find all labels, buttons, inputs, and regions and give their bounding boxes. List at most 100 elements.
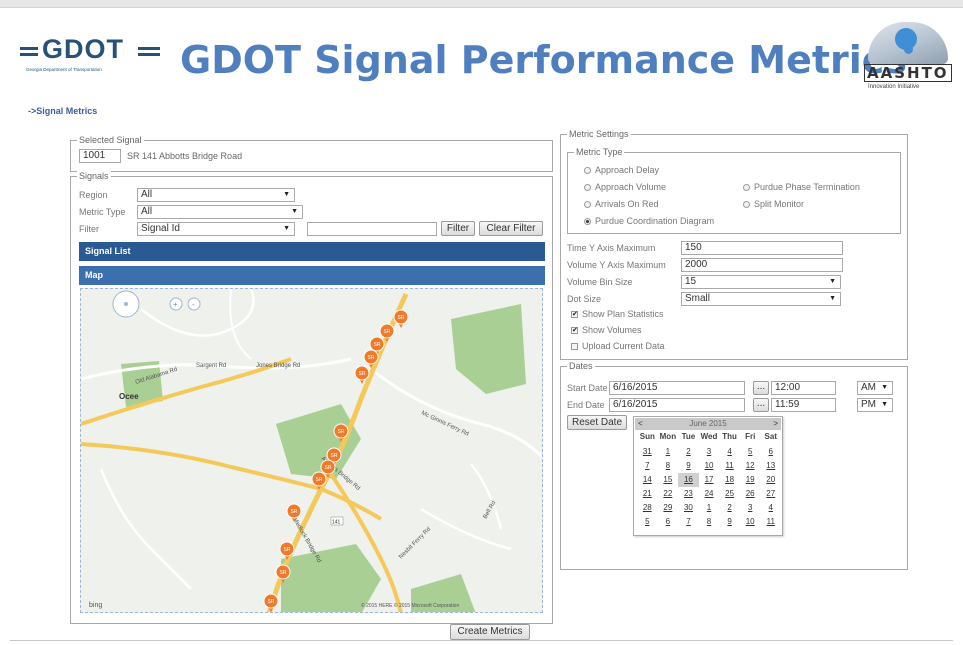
create-metrics-button[interactable]: Create Metrics xyxy=(450,624,530,640)
calendar-day[interactable]: 11 xyxy=(719,459,740,473)
end-date-input[interactable]: 6/16/2015 xyxy=(609,398,745,412)
calendar-day[interactable]: 4 xyxy=(760,501,781,515)
calendar-day[interactable]: 28 xyxy=(637,501,658,515)
time-y-label: Time Y Axis Maximum xyxy=(567,243,656,253)
label-approach-delay: Approach Delay xyxy=(595,165,660,175)
radio-purdue-phase-termination[interactable] xyxy=(743,184,750,191)
selected-signal-legend: Selected Signal xyxy=(77,134,144,146)
calendar-day[interactable]: 20 xyxy=(760,473,781,487)
calendar-day[interactable]: 9 xyxy=(719,515,740,529)
calendar-prev-icon[interactable]: < xyxy=(638,418,643,430)
calendar-day[interactable]: 10 xyxy=(699,459,720,473)
time-y-input[interactable]: 150 xyxy=(681,241,843,255)
weekday-label: Mon xyxy=(659,432,677,441)
radio-split-monitor[interactable] xyxy=(743,201,750,208)
signal-marker-icon[interactable]: SR xyxy=(263,593,279,612)
signal-marker-icon[interactable]: SR xyxy=(393,309,409,328)
start-ampm-select[interactable]: AM ▼ xyxy=(857,381,893,395)
filter-button[interactable]: Filter xyxy=(441,221,475,236)
calendar-day[interactable]: 11 xyxy=(760,515,781,529)
map-bar[interactable]: Map xyxy=(79,266,545,285)
filter-value: Signal Id xyxy=(141,223,180,234)
checkbox-show-volumes[interactable]: ✔ xyxy=(571,327,578,334)
calendar-day[interactable]: 10 xyxy=(740,515,761,529)
calendar-day[interactable]: 5 xyxy=(637,515,658,529)
map-pan-center-icon xyxy=(124,302,128,306)
breadcrumb[interactable]: ->Signal Metrics xyxy=(28,106,97,116)
start-date-picker-button[interactable]: ... xyxy=(753,381,769,395)
calendar-day[interactable]: 23 xyxy=(678,487,699,501)
calendar-day[interactable]: 19 xyxy=(740,473,761,487)
calendar-day[interactable]: 2 xyxy=(678,445,699,459)
calendar-day[interactable]: 14 xyxy=(637,473,658,487)
volume-y-label: Volume Y Axis Maximum xyxy=(567,260,666,270)
clear-filter-button[interactable]: Clear Filter xyxy=(479,221,543,236)
filter-select[interactable]: Signal Id ▼ xyxy=(137,222,295,236)
calendar-day[interactable]: 13 xyxy=(760,459,781,473)
map-canvas[interactable]: Ocee Abbotts Bridge Rd Sargent Rd Jones … xyxy=(81,289,543,613)
calendar-next-icon[interactable]: > xyxy=(773,418,778,430)
end-time-input[interactable]: 11:59 xyxy=(771,398,836,412)
calendar-day[interactable]: 9 xyxy=(678,459,699,473)
signal-list-bar[interactable]: Signal List xyxy=(79,242,545,261)
radio-approach-delay[interactable] xyxy=(584,167,591,174)
reset-date-button[interactable]: Reset Date xyxy=(567,415,627,430)
metric-type-select[interactable]: All ▼ xyxy=(137,205,303,219)
chevron-down-icon: ▼ xyxy=(829,295,836,302)
dot-size-value: Small xyxy=(685,293,711,304)
calendar-day[interactable]: 7 xyxy=(678,515,699,529)
checkbox-show-plan-statistics[interactable]: ✔ xyxy=(571,311,578,318)
calendar-day[interactable]: 7 xyxy=(637,459,658,473)
checkbox-upload-current-data[interactable] xyxy=(571,343,578,350)
calendar-day[interactable]: 24 xyxy=(699,487,720,501)
region-select[interactable]: All ▼ xyxy=(137,188,295,202)
calendar-day[interactable]: 2 xyxy=(719,501,740,515)
calendar-day[interactable]: 3 xyxy=(740,501,761,515)
end-date-picker-button[interactable]: ... xyxy=(753,398,769,412)
signal-map[interactable]: Ocee Abbotts Bridge Rd Sargent Rd Jones … xyxy=(80,288,543,613)
calendar-day[interactable]: 30 xyxy=(678,501,699,515)
calendar-day[interactable]: 5 xyxy=(740,445,761,459)
calendar-day[interactable]: 17 xyxy=(699,473,720,487)
calendar-day[interactable]: 4 xyxy=(719,445,740,459)
dot-size-select[interactable]: Small ▼ xyxy=(681,292,841,306)
date-picker-calendar[interactable]: < June 2015 > Sun Mon Tue Wed Thu Fri Sa… xyxy=(633,416,783,536)
calendar-day[interactable]: 29 xyxy=(658,501,679,515)
metric-type-label: Metric Type xyxy=(79,207,126,217)
calendar-day[interactable]: 6 xyxy=(658,515,679,529)
radio-arrivals-on-red[interactable] xyxy=(584,201,591,208)
signal-id-field[interactable]: 1001 xyxy=(79,149,121,163)
calendar-day[interactable]: 6 xyxy=(760,445,781,459)
start-date-input[interactable]: 6/16/2015 xyxy=(609,381,745,395)
start-time-input[interactable]: 12:00 xyxy=(771,381,836,395)
calendar-day[interactable]: 26 xyxy=(740,487,761,501)
volume-y-input[interactable]: 2000 xyxy=(681,258,843,272)
calendar-day[interactable]: 12 xyxy=(740,459,761,473)
volume-bin-select[interactable]: 15 ▼ xyxy=(681,275,841,289)
calendar-day[interactable]: 18 xyxy=(719,473,740,487)
calendar-day[interactable]: 8 xyxy=(699,515,720,529)
top-rule xyxy=(0,0,963,8)
label-show-plan-statistics: Show Plan Statistics xyxy=(582,309,664,319)
calendar-day[interactable]: 1 xyxy=(699,501,720,515)
start-date-label: Start Date xyxy=(567,383,608,393)
calendar-day[interactable]: 16 xyxy=(678,473,699,487)
calendar-day[interactable]: 15 xyxy=(658,473,679,487)
end-ampm-select[interactable]: PM ▼ xyxy=(857,398,893,412)
road xyxy=(81,357,352,381)
calendar-day[interactable]: 22 xyxy=(658,487,679,501)
radio-purdue-coordination[interactable] xyxy=(584,218,591,225)
calendar-day[interactable]: 8 xyxy=(658,459,679,473)
label-split-monitor: Split Monitor xyxy=(754,199,805,209)
calendar-day[interactable]: 1 xyxy=(658,445,679,459)
metric-settings-fieldset: Metric Settings Metric Type Approach Del… xyxy=(560,128,908,360)
calendar-grid[interactable]: 31 1 2 3 4 5 6 7 8 9 10 11 12 13 14 15 16 17 18 19 20 21 22 23 2… xyxy=(637,445,781,529)
calendar-day[interactable]: 21 xyxy=(637,487,658,501)
calendar-day[interactable]: 27 xyxy=(760,487,781,501)
filter-text-input[interactable] xyxy=(307,222,437,236)
marker-label: SR xyxy=(268,599,275,605)
calendar-day[interactable]: 3 xyxy=(699,445,720,459)
calendar-day[interactable]: 31 xyxy=(637,445,658,459)
calendar-day[interactable]: 25 xyxy=(719,487,740,501)
radio-approach-volume[interactable] xyxy=(584,184,591,191)
